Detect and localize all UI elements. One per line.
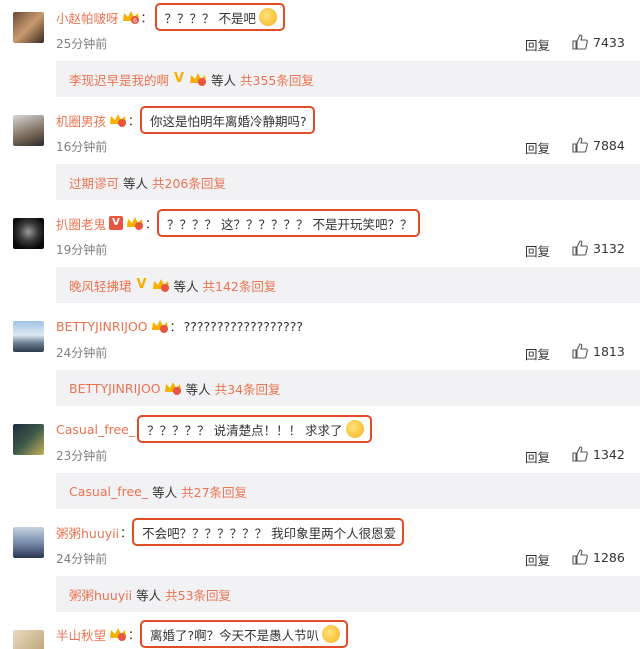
thread-username[interactable]: BETTYJINRIJOO — [69, 381, 161, 396]
highlighted-comment-text: ？？？？？ 说清楚点！！！ 求求了 — [137, 415, 372, 443]
thread-username[interactable]: 晚风轻拂珺 — [69, 276, 132, 295]
avatar[interactable] — [13, 218, 44, 249]
verified-v-icon: V — [173, 71, 185, 86]
svg-text:6: 6 — [133, 18, 137, 25]
thread-username[interactable]: 李现迟早是我的啊 — [69, 70, 169, 89]
comment-username[interactable]: 粥粥huuyii — [56, 523, 119, 542]
thread-username[interactable]: 粥粥huuyii — [69, 585, 132, 604]
like-count: 3132 — [593, 240, 625, 256]
like-button[interactable]: 1813 — [572, 343, 625, 359]
avatar[interactable] — [13, 321, 44, 352]
like-button[interactable]: 1286 — [572, 549, 625, 565]
vip-crown-icon — [164, 381, 182, 395]
reply-count-link[interactable]: 共355条回复 — [240, 70, 314, 89]
crying-emoji-icon — [345, 420, 364, 438]
avatar[interactable] — [13, 12, 44, 43]
like-count: 7884 — [593, 137, 625, 153]
reply-count-link[interactable]: 共27条回复 — [181, 482, 247, 501]
like-button[interactable]: 7884 — [572, 137, 625, 153]
like-count: 1342 — [593, 446, 625, 462]
reply-button[interactable]: 回复 — [525, 344, 550, 363]
thumbs-up-icon — [572, 240, 588, 256]
reply-thread-summary[interactable]: 晚风轻拂珺 V 等人 共142条回复 — [56, 267, 640, 303]
comment-time: 16分钟前 — [56, 140, 108, 154]
highlighted-comment-text: ？？？？ 不是吧 — [154, 3, 286, 31]
comment-username[interactable]: 机圈男孩 — [56, 111, 106, 130]
thumbs-up-icon — [572, 34, 588, 50]
comment-username[interactable]: 小赵帕啵呀 — [56, 8, 119, 27]
reply-count-link[interactable]: 共34条回复 — [215, 379, 281, 398]
vip-crown-icon — [109, 113, 127, 127]
reply-thread-summary[interactable]: BETTYJINRIJOO 等人 共34条回复 — [56, 370, 640, 406]
highlighted-comment-text: 不会吧？？？？？？？ 我印象里两个人很恩爱 — [132, 518, 405, 546]
reply-button[interactable]: 回复 — [525, 35, 550, 54]
like-count: 1813 — [593, 343, 625, 359]
comment-time: 24分钟前 — [56, 552, 108, 566]
avatar[interactable] — [13, 527, 44, 558]
thumbs-up-icon — [572, 446, 588, 462]
thread-username[interactable]: Casual_free_ — [69, 484, 148, 499]
like-button[interactable]: 3132 — [572, 240, 625, 256]
reply-button[interactable]: 回复 — [525, 447, 550, 466]
avatar[interactable] — [13, 115, 44, 146]
vip-crown-icon — [151, 319, 169, 333]
like-count: 7433 — [593, 34, 625, 50]
vip-crown-icon: 6 — [122, 10, 140, 25]
avatar[interactable] — [13, 630, 44, 649]
reply-count-link[interactable]: 共53条回复 — [165, 585, 231, 604]
comment-time: 19分钟前 — [56, 243, 108, 257]
comment-time: 24分钟前 — [56, 346, 108, 360]
reply-button[interactable]: 回复 — [525, 550, 550, 569]
like-button[interactable]: 1342 — [572, 446, 625, 462]
comment-username[interactable]: 扒圈老鬼 — [56, 214, 106, 233]
like-button[interactable]: 7433 — [572, 34, 625, 50]
comment-time: 23分钟前 — [56, 449, 108, 463]
highlighted-comment-text: 你这是怕明年离婚冷静期吗? — [140, 106, 315, 134]
highlighted-comment-text: ？？？？ 这？？？？？？ 不是开玩笑吧？？ — [157, 209, 421, 237]
reply-thread-summary[interactable]: 过期谬可 等人 共206条回复 — [56, 164, 640, 200]
sweating-emoji-icon — [322, 625, 341, 643]
thumbs-up-icon — [572, 343, 588, 359]
comment-username[interactable]: 半山秋望 — [56, 625, 106, 644]
reply-thread-summary[interactable]: Casual_free_ 等人 共27条回复 — [56, 473, 640, 509]
comment-username[interactable]: Casual_free_ — [56, 422, 135, 437]
reply-button[interactable]: 回复 — [525, 241, 550, 260]
vip-crown-icon — [152, 278, 170, 292]
thumbs-up-icon — [572, 137, 588, 153]
highlighted-comment-text: 离婚了?啊？今天不是愚人节叭 — [140, 620, 349, 648]
reply-button[interactable]: 回复 — [525, 138, 550, 157]
vip-crown-icon — [109, 627, 127, 641]
comment-text: ?????????????????? — [183, 318, 304, 334]
reply-count-link[interactable]: 共206条回复 — [152, 173, 226, 192]
vip-crown-icon — [189, 72, 207, 86]
reply-thread-summary[interactable]: 李现迟早是我的啊 V 等人 共355条回复 — [56, 61, 640, 97]
verified-v-icon: V — [109, 216, 124, 230]
avatar[interactable] — [13, 424, 44, 455]
surprised-emoji-icon — [259, 8, 278, 26]
thumbs-up-icon — [572, 549, 588, 565]
like-count: 1286 — [593, 549, 625, 565]
comment-username[interactable]: BETTYJINRIJOO — [56, 319, 148, 334]
verified-v-icon: V — [136, 277, 147, 292]
reply-count-link[interactable]: 共142条回复 — [203, 276, 277, 295]
thread-username[interactable]: 过期谬可 — [69, 173, 119, 192]
reply-thread-summary[interactable]: 粥粥huuyii 等人 共53条回复 — [56, 576, 640, 612]
vip-crown-icon — [126, 216, 144, 230]
comment-time: 25分钟前 — [56, 37, 108, 51]
